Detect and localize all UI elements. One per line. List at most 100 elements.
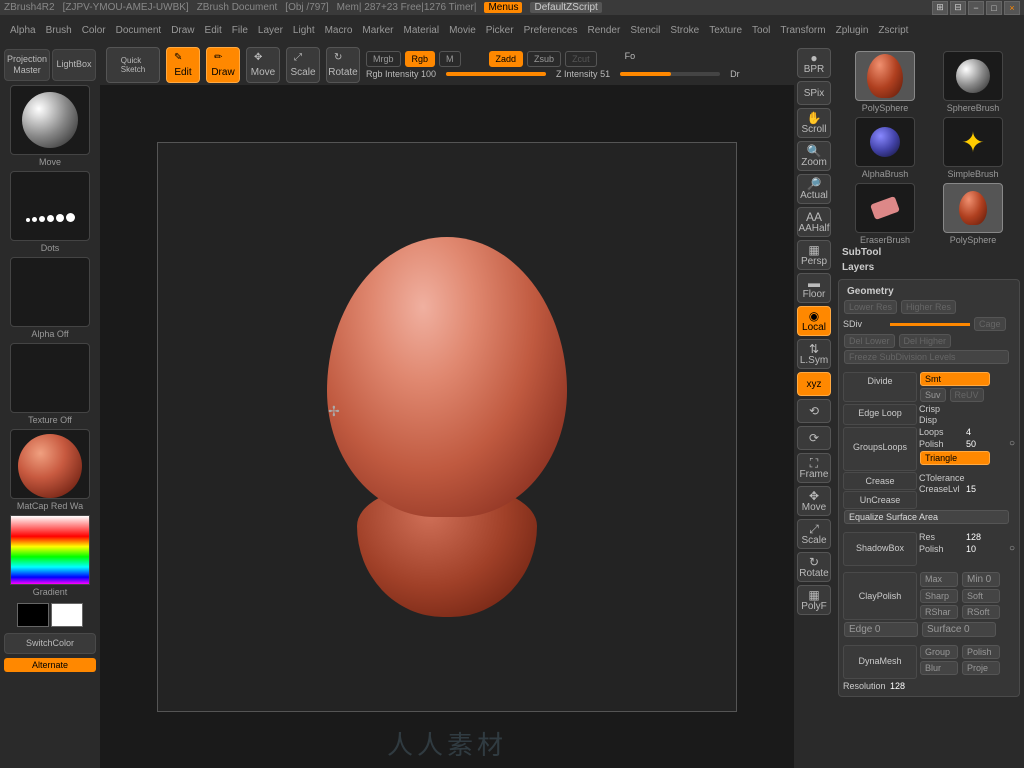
lsym-button[interactable]: ⇅L.Sym: [797, 339, 831, 369]
mrgb-toggle[interactable]: Mrgb: [366, 51, 401, 67]
rshar-button[interactable]: RShar: [920, 605, 958, 619]
tool-polysphere[interactable]: [943, 183, 1003, 233]
color-picker[interactable]: [10, 515, 90, 585]
blur-button[interactable]: Blur: [920, 661, 958, 675]
minimize-icon[interactable]: −: [968, 1, 984, 15]
quicksketch-button[interactable]: Quick Sketch: [106, 47, 160, 83]
edgeloop-button[interactable]: Edge Loop: [843, 404, 917, 425]
zoom-button[interactable]: 🔍Zoom: [797, 141, 831, 171]
menu-item[interactable]: Zplugin: [836, 25, 869, 36]
move3d-button[interactable]: ✥Move: [797, 486, 831, 516]
actual-button[interactable]: 🔎Actual: [797, 174, 831, 204]
xyz-button[interactable]: xyz: [797, 372, 831, 396]
reuv-button[interactable]: ReUV: [950, 388, 984, 402]
menu-item[interactable]: Alpha: [10, 25, 36, 36]
lower-res-button[interactable]: Lower Res: [844, 300, 897, 314]
layout-icon[interactable]: ⊟: [950, 1, 966, 15]
default-zscript[interactable]: DefaultZScript: [530, 2, 601, 13]
del-lower-button[interactable]: Del Lower: [844, 334, 895, 348]
menu-item[interactable]: Macro: [325, 25, 353, 36]
higher-res-button[interactable]: Higher Res: [901, 300, 956, 314]
lightbox-button[interactable]: LightBox: [52, 49, 96, 81]
divide-button[interactable]: Divide: [843, 372, 917, 402]
menu-item[interactable]: Transform: [780, 25, 825, 36]
zadd-toggle[interactable]: Zadd: [489, 51, 524, 67]
menu-item[interactable]: Draw: [171, 25, 194, 36]
crease-button[interactable]: Crease: [843, 472, 917, 490]
material-preview[interactable]: [10, 429, 90, 499]
persp-button[interactable]: ▦Persp: [797, 240, 831, 270]
polish3-button[interactable]: Polish: [962, 645, 1000, 659]
menu-item[interactable]: Brush: [46, 25, 72, 36]
smt-toggle[interactable]: Smt: [920, 372, 990, 386]
edge-slider[interactable]: Edge 0: [844, 622, 918, 637]
sharp-button[interactable]: Sharp: [920, 589, 958, 603]
rotate3d-button[interactable]: ↻Rotate: [797, 552, 831, 582]
geometry-title[interactable]: Geometry: [843, 284, 1015, 299]
uncrease-button[interactable]: UnCrease: [843, 491, 917, 509]
shadowbox-button[interactable]: ShadowBox: [843, 532, 917, 566]
equalize-button[interactable]: Equalize Surface Area: [844, 510, 1009, 524]
groupsloops-button[interactable]: GroupsLoops: [843, 427, 917, 471]
suv-button[interactable]: Suv: [920, 388, 946, 402]
move-button[interactable]: ✥Move: [246, 47, 280, 83]
viewport[interactable]: ✢: [157, 142, 737, 712]
menu-item[interactable]: Zscript: [878, 25, 908, 36]
menu-item[interactable]: Marker: [362, 25, 393, 36]
sdiv-slider[interactable]: [890, 323, 970, 326]
menu-item[interactable]: Edit: [205, 25, 222, 36]
alternate-button[interactable]: Alternate: [4, 658, 96, 672]
layers-header[interactable]: Layers: [838, 260, 1020, 275]
draw-button[interactable]: ✏Draw: [206, 47, 240, 83]
tool-polysphere[interactable]: [855, 51, 915, 101]
maximize-icon[interactable]: □: [986, 1, 1002, 15]
menus-toggle[interactable]: Menus: [484, 2, 522, 13]
menu-item[interactable]: Material: [404, 25, 440, 36]
scale-button[interactable]: ⤢Scale: [286, 47, 320, 83]
swatch-black[interactable]: [17, 603, 49, 627]
project-button[interactable]: Proje: [962, 661, 1000, 675]
m-toggle[interactable]: M: [439, 51, 461, 67]
del-higher-button[interactable]: Del Higher: [899, 334, 952, 348]
min-button[interactable]: Min 0: [962, 572, 1000, 587]
aahalf-button[interactable]: AAAAHalf: [797, 207, 831, 237]
menu-item[interactable]: Picker: [486, 25, 514, 36]
frame-button[interactable]: ⛶Frame: [797, 453, 831, 483]
freeze-subdiv-button[interactable]: Freeze SubDivision Levels: [844, 350, 1009, 364]
menu-item[interactable]: Preferences: [524, 25, 578, 36]
texture-preview[interactable]: [10, 343, 90, 413]
menu-item[interactable]: Color: [82, 25, 106, 36]
zsub-toggle[interactable]: Zsub: [527, 51, 561, 67]
close-icon[interactable]: ×: [1004, 1, 1020, 15]
triangle-toggle[interactable]: Triangle: [920, 451, 990, 465]
tool-spherebrush[interactable]: [943, 51, 1003, 101]
rgb-toggle[interactable]: Rgb: [405, 51, 436, 67]
menu-item[interactable]: Render: [588, 25, 621, 36]
max-button[interactable]: Max: [920, 572, 958, 587]
subtool-header[interactable]: SubTool: [838, 245, 1020, 260]
menu-item[interactable]: Stencil: [630, 25, 660, 36]
claypolish-button[interactable]: ClayPolish: [843, 572, 917, 620]
polyf-button[interactable]: ▦PolyF: [797, 585, 831, 615]
alpha-preview[interactable]: [10, 257, 90, 327]
menu-item[interactable]: File: [232, 25, 248, 36]
z-intensity-slider[interactable]: [620, 72, 720, 76]
menu-item[interactable]: Document: [116, 25, 162, 36]
surface-slider[interactable]: Surface 0: [922, 622, 996, 637]
scroll-button[interactable]: ✋Scroll: [797, 108, 831, 138]
brush-preview[interactable]: [10, 85, 90, 155]
dynamesh-button[interactable]: DynaMesh: [843, 645, 917, 679]
menu-item[interactable]: Movie: [449, 25, 476, 36]
bpr-button[interactable]: ●BPR: [797, 48, 831, 78]
local-button[interactable]: ◉Local: [797, 306, 831, 336]
switchcolor-button[interactable]: SwitchColor: [4, 633, 96, 654]
tool-simplebrush[interactable]: ✦: [943, 117, 1003, 167]
menu-item[interactable]: Stroke: [670, 25, 699, 36]
menu-item[interactable]: Tool: [752, 25, 770, 36]
group-button[interactable]: Group: [920, 645, 958, 659]
rgb-intensity-slider[interactable]: [446, 72, 546, 76]
floor-button[interactable]: ▬Floor: [797, 273, 831, 303]
menu-item[interactable]: Layer: [258, 25, 283, 36]
rsoft-button[interactable]: RSoft: [962, 605, 1000, 619]
tool-eraserbrush[interactable]: [855, 183, 915, 233]
